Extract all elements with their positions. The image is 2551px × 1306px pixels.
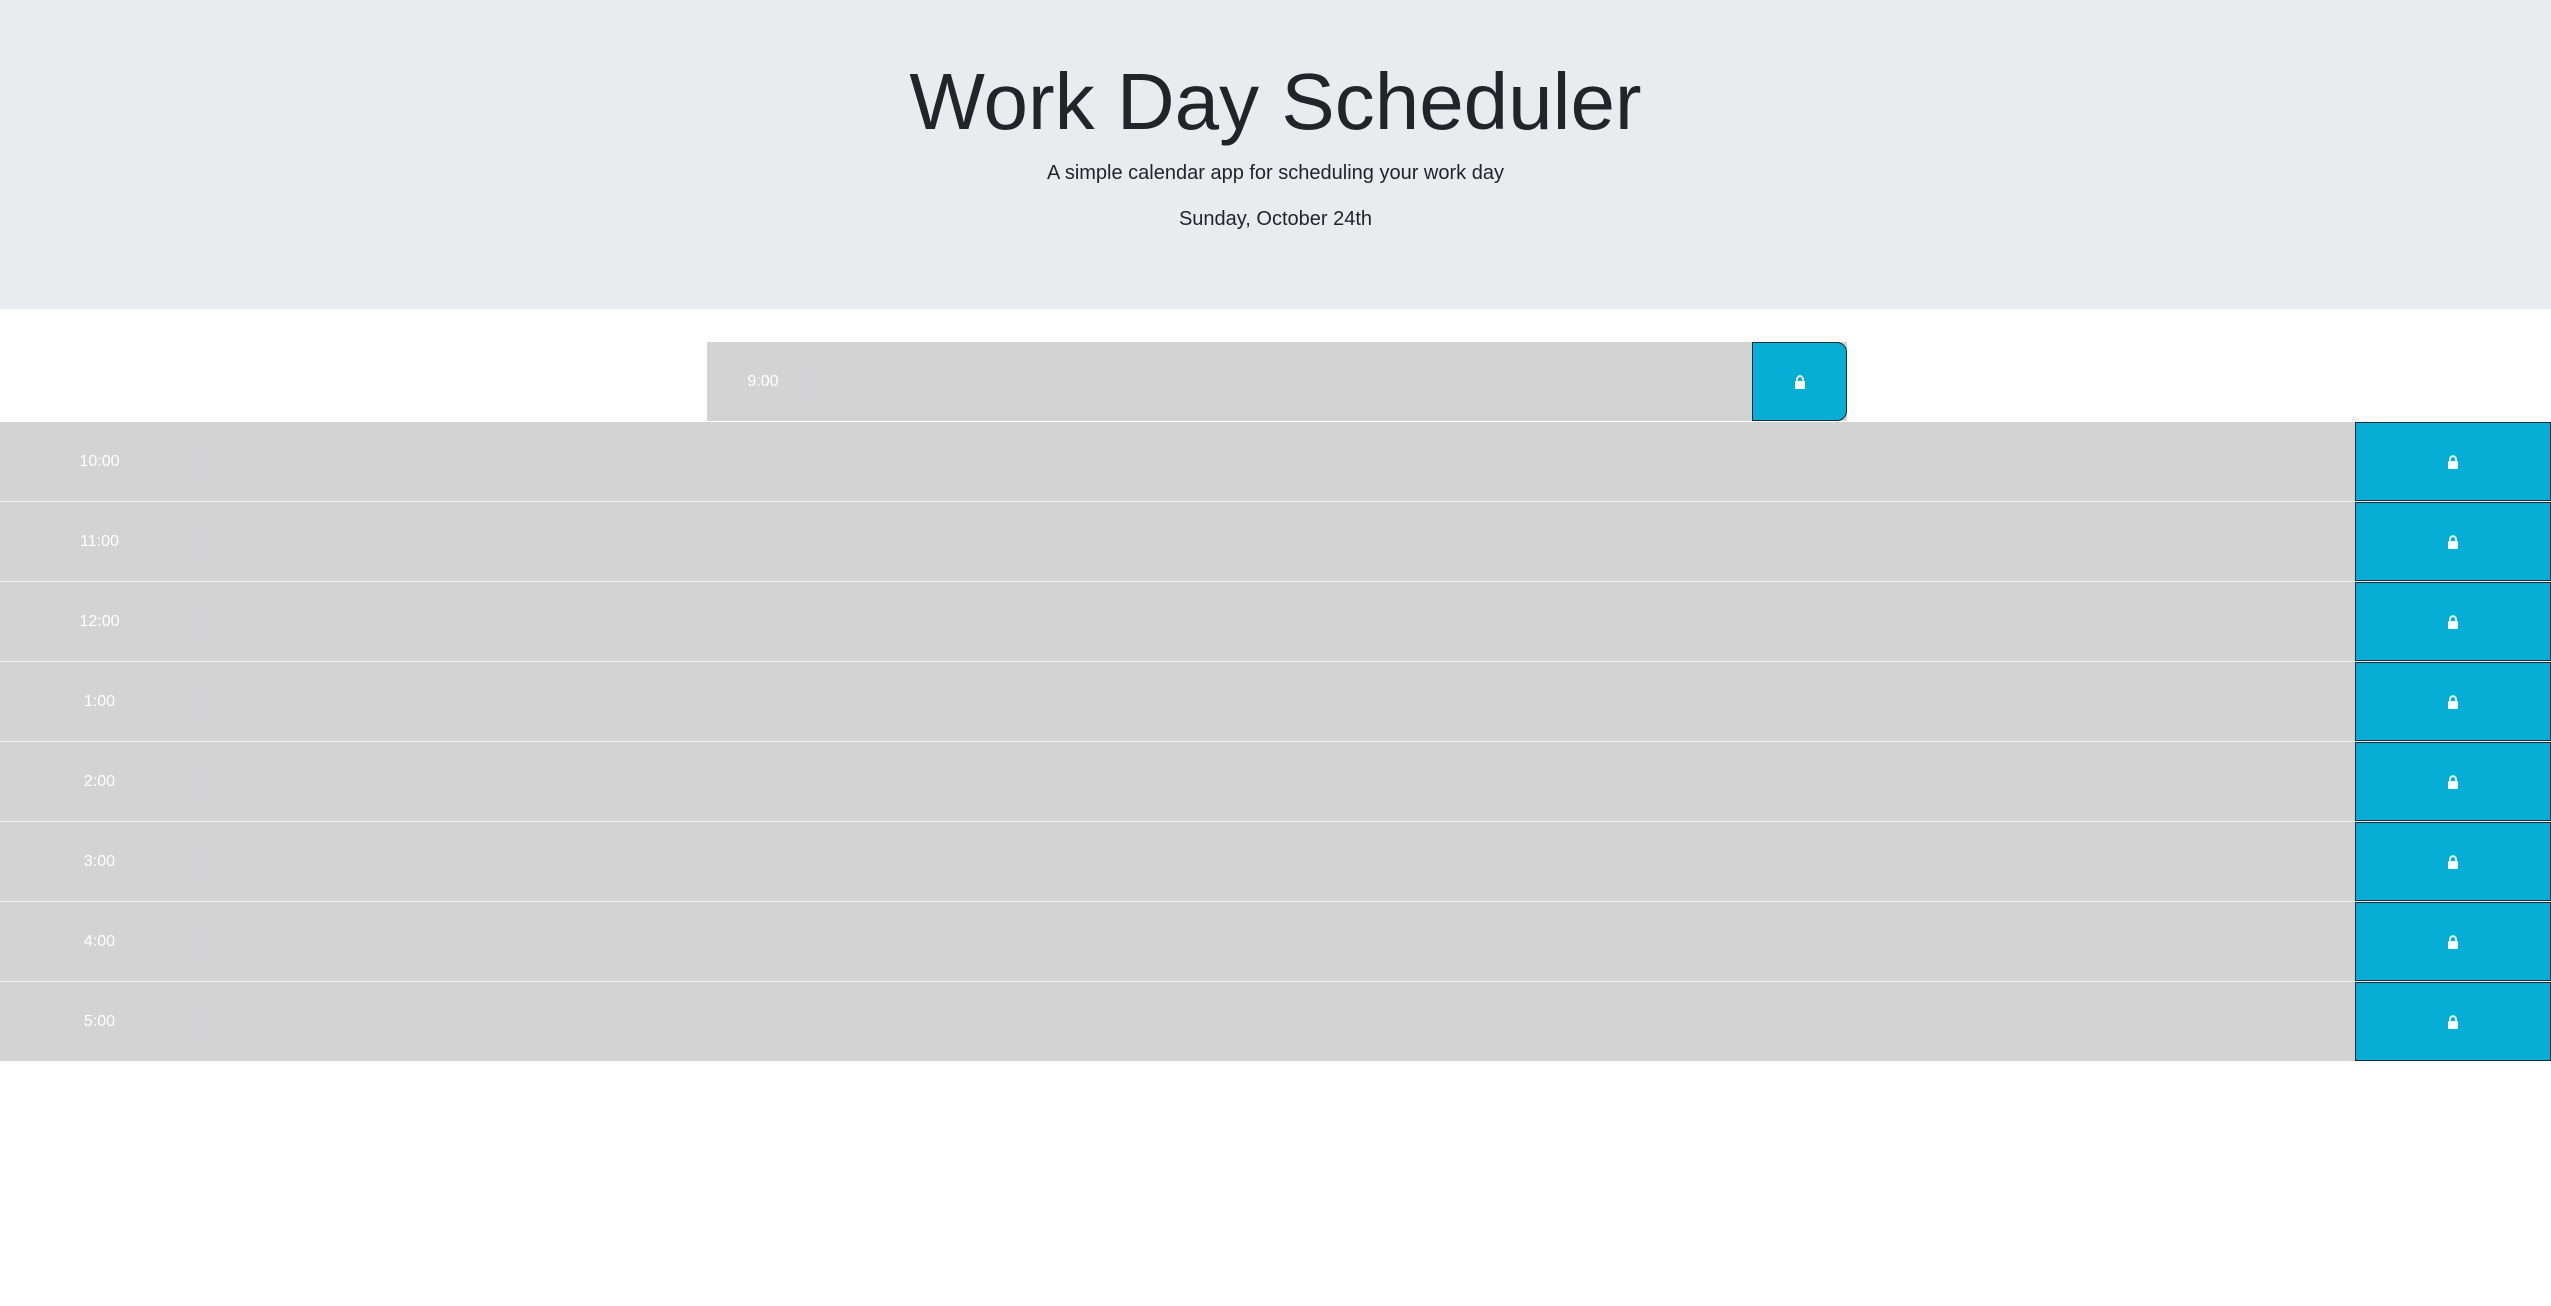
timeblock-row: 11:00	[0, 502, 2551, 581]
hour-label: 12:00	[79, 612, 120, 630]
page-title: Work Day Scheduler	[909, 57, 1642, 146]
event-input[interactable]	[210, 662, 2353, 741]
timeblock-row: 2:00	[0, 742, 2551, 821]
hour-label: 11:00	[80, 532, 119, 550]
hour-label: 9:00	[747, 372, 779, 390]
event-input[interactable]	[210, 982, 2353, 1061]
timeblock-row: 3:00	[0, 822, 2551, 901]
hour-label: 4:00	[83, 932, 116, 950]
save-button[interactable]	[2355, 662, 2551, 741]
timeblock-row: 1:00	[0, 662, 2551, 741]
hour-divider	[811, 366, 812, 398]
hour-label: 10:00	[79, 452, 120, 470]
hour-label: 3:00	[83, 852, 116, 870]
hour-divider	[205, 1006, 206, 1038]
hour-divider	[205, 606, 206, 638]
hour-divider	[205, 926, 206, 958]
lock-icon	[2447, 694, 2459, 709]
header: Work Day Scheduler A simple calendar app…	[0, 0, 2551, 309]
save-button[interactable]	[2355, 822, 2551, 901]
event-input[interactable]	[210, 822, 2353, 901]
hour-divider	[205, 766, 206, 798]
lock-icon	[2447, 854, 2459, 869]
timeblock-row: 12:00	[0, 582, 2551, 661]
lock-icon	[2447, 614, 2459, 629]
hour-label: 2:00	[83, 772, 116, 790]
timeblock-row: 10:00	[0, 422, 2551, 501]
hour-label: 1:00	[83, 692, 116, 710]
current-day: Sunday, October 24th	[1178, 208, 1373, 230]
lock-icon	[1794, 374, 1806, 389]
event-input[interactable]	[210, 902, 2353, 981]
hour-label: 5:00	[83, 1012, 116, 1030]
hour-divider	[205, 526, 206, 558]
lock-icon	[2447, 454, 2459, 469]
save-button[interactable]	[2355, 422, 2551, 501]
lock-icon	[2447, 934, 2459, 949]
hour-divider	[205, 846, 206, 878]
lock-icon	[2447, 1014, 2459, 1029]
event-input[interactable]	[815, 342, 1745, 421]
hour-divider	[205, 686, 206, 718]
page-subtitle: A simple calendar app for scheduling you…	[1047, 162, 1504, 184]
save-button[interactable]	[2355, 502, 2551, 581]
save-button[interactable]	[2355, 902, 2551, 981]
save-button[interactable]	[2355, 982, 2551, 1061]
timeblock-row: 9:00	[707, 342, 1847, 421]
lock-icon	[2447, 774, 2459, 789]
timeblock-row: 5:00	[0, 982, 2551, 1061]
save-button[interactable]	[2355, 582, 2551, 661]
event-input[interactable]	[210, 742, 2353, 821]
event-input[interactable]	[210, 502, 2353, 581]
save-button[interactable]	[1752, 342, 1847, 421]
lock-icon	[2447, 534, 2459, 549]
timeblock-row: 4:00	[0, 902, 2551, 981]
hour-divider	[205, 446, 206, 478]
event-input[interactable]	[210, 422, 2353, 501]
save-button[interactable]	[2355, 742, 2551, 821]
event-input[interactable]	[210, 582, 2353, 661]
